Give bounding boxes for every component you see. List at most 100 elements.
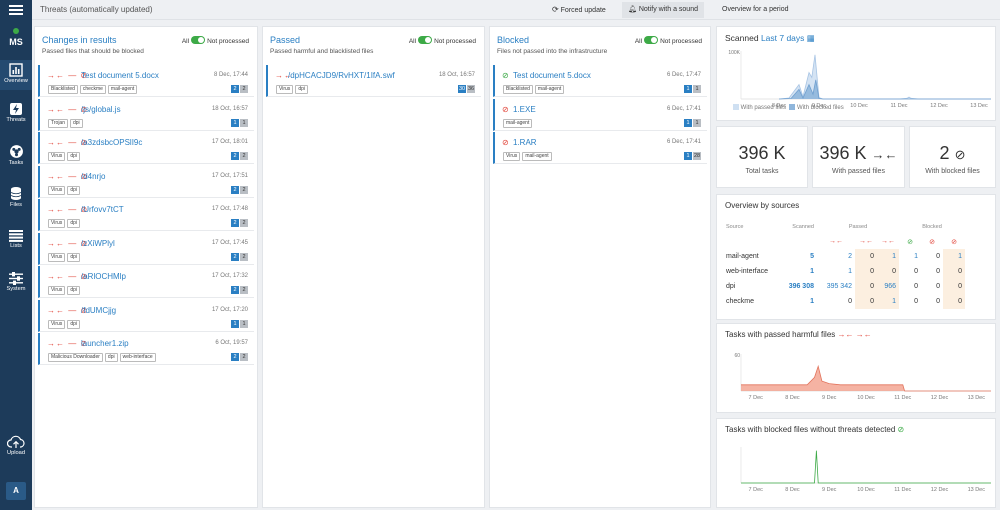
tag[interactable]: Virus [503, 152, 521, 161]
tag[interactable]: Blacklisted [503, 85, 533, 94]
source-value[interactable]: 0 [921, 249, 943, 264]
stat-passed[interactable]: 396 K →← With passed files [812, 126, 905, 188]
threat-card[interactable]: →← — ⊘/d4nrjo 17 Oct, 17:51 Virus dpi 2 2 [38, 165, 254, 198]
tag[interactable]: dpi [104, 353, 118, 362]
overview-period-button[interactable]: Overview for a period [716, 2, 795, 18]
tag[interactable]: Virus [48, 319, 66, 329]
threat-card[interactable]: →← — ⊘ launcher1.zip 6 Oct, 19:57 Malicious… [38, 333, 254, 365]
calendar-icon[interactable]: ▦ [807, 33, 815, 43]
tag[interactable]: checkme [79, 85, 106, 94]
threat-card[interactable]: →← — ⊘/js/global.js 18 Oct, 16:57 Trojan dp… [38, 98, 254, 131]
sidebar-item-threats[interactable]: Threats [0, 102, 32, 123]
notify-sound-button[interactable]: 🔔︎ Notify with a sound [622, 2, 704, 18]
threat-card[interactable]: →← — ⊘/aRlOCHMlp 17 Oct, 17:32 Virus dpi 2 2 [38, 266, 254, 298]
source-value[interactable]: 0 [899, 264, 921, 279]
tag[interactable]: Virus [48, 152, 66, 161]
file-name[interactable]: 1.EXE [513, 105, 536, 114]
file-name[interactable]: /dpHCACJD9/RvHXT/1IfA.swf [288, 71, 395, 80]
stat-total[interactable]: 396 K Total tasks [716, 126, 808, 188]
file-name[interactable]: Test document 5.docx [513, 71, 591, 80]
file-name[interactable]: /a3zdsbcOPSlI9c [81, 138, 142, 147]
sidebar-item-lists[interactable]: Lists [0, 230, 32, 249]
sidebar-item-tasks[interactable]: Tasks [0, 144, 32, 166]
source-row[interactable]: checkme 1 0 0 1 0 0 0 [723, 294, 965, 309]
toggle-switch[interactable] [191, 36, 206, 44]
tag[interactable]: dpi [67, 185, 80, 195]
tag[interactable]: Virus [48, 252, 66, 262]
not-processed-toggle[interactable]: All Not processed [635, 36, 702, 45]
tag[interactable]: mail-agent [522, 152, 552, 161]
tag[interactable]: dpi [70, 118, 83, 128]
source-row[interactable]: web-interface 1 1 0 0 0 0 0 [723, 264, 965, 279]
tag[interactable]: web-interface [119, 353, 156, 362]
file-name[interactable]: launcher1.zip [81, 339, 129, 348]
source-value[interactable]: 966 [877, 279, 899, 294]
threat-card[interactable]: →←/dpHCACJD9/RvHXT/1IfA.swf 18 Oct, 16:57… [266, 65, 481, 97]
source-value[interactable]: 2 [817, 249, 855, 264]
source-value[interactable]: 0 [817, 294, 855, 309]
sidebar-item-files[interactable]: Files [0, 186, 32, 208]
file-name[interactable]: /aRlOCHMlp [81, 272, 126, 281]
file-name[interactable]: 1.RAR [513, 138, 537, 147]
source-value[interactable]: 0 [877, 264, 899, 279]
threat-card[interactable]: →← — ⊘/a3zdsbcOPSlI9c 17 Oct, 18:01 Virus d… [38, 132, 254, 164]
tag[interactable]: Trojan [48, 118, 68, 128]
toggle-switch[interactable] [644, 36, 659, 44]
threat-card[interactable]: ⊘ 1.RAR 6 Dec, 17:41 Virus mail-agent 1 28 [493, 132, 707, 164]
source-scanned[interactable]: 1 [779, 294, 817, 309]
sidebar-item-overview[interactable]: Overview [0, 60, 32, 90]
source-value[interactable]: 1 [899, 249, 921, 264]
source-row[interactable]: dpi 396 308 395 342 0 966 0 0 0 [723, 279, 965, 294]
threat-card[interactable]: ⊘ Test document 5.docx 6 Dec, 17:47 Blackli… [493, 65, 707, 97]
tag[interactable]: Virus [48, 185, 66, 195]
tag[interactable]: dpi [67, 219, 80, 228]
source-value[interactable]: 0 [943, 264, 965, 279]
source-value[interactable]: 1 [943, 249, 965, 264]
tag[interactable]: dpi [67, 319, 80, 329]
source-value[interactable]: 0 [855, 264, 877, 279]
source-scanned[interactable]: 1 [779, 264, 817, 279]
source-value[interactable]: 0 [943, 279, 965, 294]
source-value[interactable]: 0 [899, 294, 921, 309]
file-name[interactable]: Test document 5.docx [81, 71, 159, 80]
stat-blocked[interactable]: 2 ⊘ With blocked files [909, 126, 996, 188]
threat-card[interactable]: →← — ⊘ Test document 5.docx 8 Dec, 17:44 Bl… [38, 65, 254, 97]
source-value[interactable]: 0 [855, 279, 877, 294]
source-scanned[interactable]: 396 308 [779, 279, 817, 294]
source-value[interactable]: 0 [921, 264, 943, 279]
file-name[interactable]: /js/global.js [81, 105, 121, 114]
tag[interactable]: Virus [48, 219, 66, 228]
tag[interactable]: Blacklisted [48, 85, 78, 94]
threat-card[interactable]: →← — ⊘/fdUMCjjg 17 Oct, 17:20 Virus dpi 1 1 [38, 299, 254, 332]
source-value[interactable]: 0 [921, 279, 943, 294]
file-name[interactable]: /fdUMCjjg [81, 306, 116, 315]
source-value[interactable]: 1 [817, 264, 855, 279]
source-value[interactable]: 0 [855, 294, 877, 309]
threat-card[interactable]: →← — ⊘/zXiWPlyl 17 Oct, 17:45 Virus dpi 2 2 [38, 232, 254, 265]
tag[interactable]: dpi [67, 252, 80, 262]
tag[interactable]: mail-agent [503, 118, 533, 128]
source-value[interactable]: 1 [877, 294, 899, 309]
threat-card[interactable]: →← — ⊘/Urfovv7tCT 17 Oct, 17:48 Virus dpi 2 2 [38, 199, 254, 231]
tag[interactable]: dpi [295, 85, 308, 94]
threat-card[interactable]: ⊘ 1.EXE 6 Dec, 17:41 mail-agent 1 1 [493, 98, 707, 131]
source-scanned[interactable]: 5 [779, 249, 817, 264]
source-value[interactable]: 395 342 [817, 279, 855, 294]
avatar[interactable]: A [6, 482, 26, 500]
source-value[interactable]: 0 [899, 279, 921, 294]
toggle-switch[interactable] [418, 36, 433, 44]
not-processed-toggle[interactable]: All Not processed [182, 36, 249, 45]
tag[interactable]: mail-agent [107, 85, 138, 94]
file-name[interactable]: /Urfovv7tCT [81, 205, 124, 214]
sidebar-item-system[interactable]: System [0, 272, 32, 292]
not-processed-toggle[interactable]: All Not processed [409, 36, 476, 45]
tag[interactable]: dpi [67, 152, 80, 161]
source-value[interactable]: 0 [921, 294, 943, 309]
tag[interactable]: Virus [276, 85, 294, 94]
upload-button[interactable]: Upload [0, 435, 32, 456]
file-name[interactable]: /d4nrjo [81, 172, 105, 181]
tag[interactable]: mail-agent [534, 85, 565, 94]
file-name[interactable]: /zXiWPlyl [81, 239, 115, 248]
source-value[interactable]: 1 [877, 249, 899, 264]
source-value[interactable]: 0 [855, 249, 877, 264]
